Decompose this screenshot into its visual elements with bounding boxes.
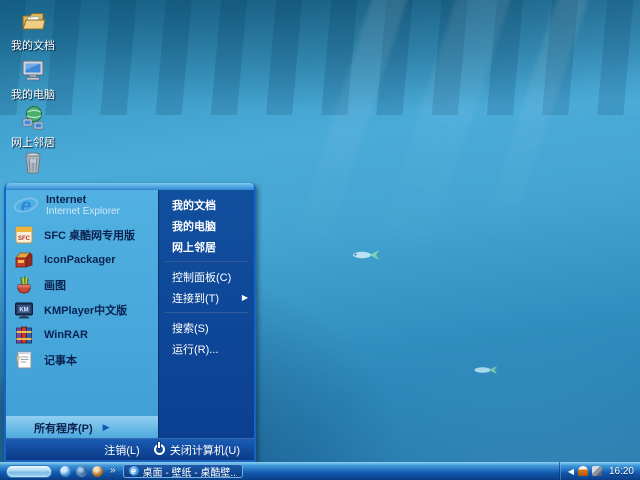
messenger-icon[interactable] [60,465,71,477]
item-label: 搜索(S) [172,322,209,335]
start-menu-item-my-computer[interactable]: 我的电脑 [159,215,254,236]
fish-icon [353,250,379,260]
tray-collapse-chevron-icon[interactable]: ◀ [568,467,574,476]
paint-icon [13,274,37,296]
sfc-app-icon: SFC [13,224,37,246]
separator [165,261,248,262]
start-menu-item-control-panel[interactable]: 控制面板(C) [159,266,254,287]
tray-input-method-icon[interactable] [591,466,602,476]
my-documents-icon [20,8,46,34]
desktop-screen: 我的文档 我的电脑 网上邻居 e Internet Internet Explo… [0,0,640,480]
winrar-icon [13,324,37,346]
start-menu-top-band [6,183,254,190]
start-menu-item-sfc[interactable]: SFC SFC 桌酷网专用版 [6,222,158,247]
separator [165,312,248,313]
quick-launch-bar: » [60,465,116,477]
start-menu-left-spacer [6,372,158,416]
start-menu-item-network-places[interactable]: 网上邻居 [159,236,254,257]
desktop-icon-my-documents[interactable]: 我的文档 [4,8,62,54]
desktop-icon-network-places[interactable]: 网上邻居 [4,105,62,151]
start-menu-left-column: e Internet Internet Explorer SFC SFC 桌酷网… [6,190,158,438]
desktop-icon-label: 我的电脑 [11,89,55,101]
item-label: 画图 [44,279,66,292]
start-menu-item-winrar[interactable]: WinRAR [6,322,158,347]
start-menu-footer: 注销(L) 关闭计算机(U) [6,438,254,460]
task-button-wallpaper-page[interactable]: e 桌面 - 壁纸 - 桌酷壁... [122,464,243,479]
tray-app-icon-orange[interactable] [577,466,588,476]
desktop-icon-label: 网上邻居 [11,137,55,149]
item-label: 记事本 [44,354,77,367]
submenu-arrow-icon: ▶ [241,293,248,302]
quick-launch-chevron-icon[interactable]: » [110,466,116,476]
start-menu-item-kmplayer[interactable]: KM KMPlayer中文版 [6,297,158,322]
iconpackager-icon [13,249,37,271]
start-menu-item-my-documents[interactable]: 我的文档 [159,194,254,215]
taskbar: » e 桌面 - 壁纸 - 桌酷壁... ◀ 16:20 [0,462,640,480]
recycle-bin-icon [20,150,46,176]
logoff-button[interactable]: 注销(L) [104,442,139,458]
shutdown-button[interactable]: 关闭计算机(U) [153,442,240,458]
start-menu: e Internet Internet Explorer SFC SFC 桌酷网… [4,183,256,462]
svg-text:KM: KM [19,307,28,313]
all-programs-button[interactable]: 所有程序(P) ▶ [6,416,158,438]
desktop-icon-label: 我的文档 [11,40,55,52]
start-menu-item-run[interactable]: 运行(R)... [159,338,254,359]
system-tray: ◀ 16:20 [558,462,640,480]
my-computer-icon [20,57,46,83]
kmplayer-icon: KM [13,299,37,321]
item-label: 我的文档 [172,199,216,212]
power-icon [153,442,165,455]
item-label: SFC 桌酷网专用版 [44,229,136,242]
item-label: 连接到(T) [172,292,220,305]
item-label: 运行(R)... [172,343,219,356]
item-label: IconPackager [44,253,116,266]
globe-icon[interactable] [76,465,87,477]
item-label: 网上邻居 [172,241,216,254]
item-sublabel: Internet Explorer [46,206,120,217]
task-button-label: 桌面 - 壁纸 - 桌酷壁... [142,467,237,479]
item-label: 控制面板(C) [172,271,232,284]
taskbar-clock[interactable]: 16:20 [609,466,634,477]
item-label: KMPlayer中文版 [44,304,128,317]
item-label: 我的电脑 [172,220,216,233]
start-button[interactable] [6,464,52,478]
start-menu-item-connect-to[interactable]: 连接到(T) ▶ [159,287,254,308]
start-menu-item-paint[interactable]: 画图 [6,272,158,297]
start-menu-item-search[interactable]: 搜索(S) [159,317,254,338]
notepad-icon [13,349,37,371]
network-places-icon [20,105,46,131]
all-programs-label: 所有程序(P) [34,422,93,435]
logoff-label: 注销(L) [104,444,140,457]
internet-explorer-icon: e [13,193,39,219]
internet-explorer-icon: e [128,466,139,476]
all-programs-arrow-icon: ▶ [102,422,110,432]
start-menu-item-notepad[interactable]: 记事本 [6,347,158,372]
start-menu-item-iconpackager[interactable]: IconPackager [6,247,158,272]
item-label: Internet [46,194,87,206]
start-menu-right-column: 我的文档 我的电脑 网上邻居 控制面板(C) 连接到(T) ▶ 搜索(S) 运行… [158,190,254,438]
item-label: WinRAR [44,328,88,341]
svg-text:SFC: SFC [18,236,31,242]
desktop-icon-my-computer[interactable]: 我的电脑 [4,57,62,103]
start-menu-item-internet[interactable]: e Internet Internet Explorer [6,190,158,222]
fish-icon [474,366,497,374]
shutdown-label: 关闭计算机(U) [169,444,240,457]
quick-launch-app-icon[interactable] [92,465,103,477]
